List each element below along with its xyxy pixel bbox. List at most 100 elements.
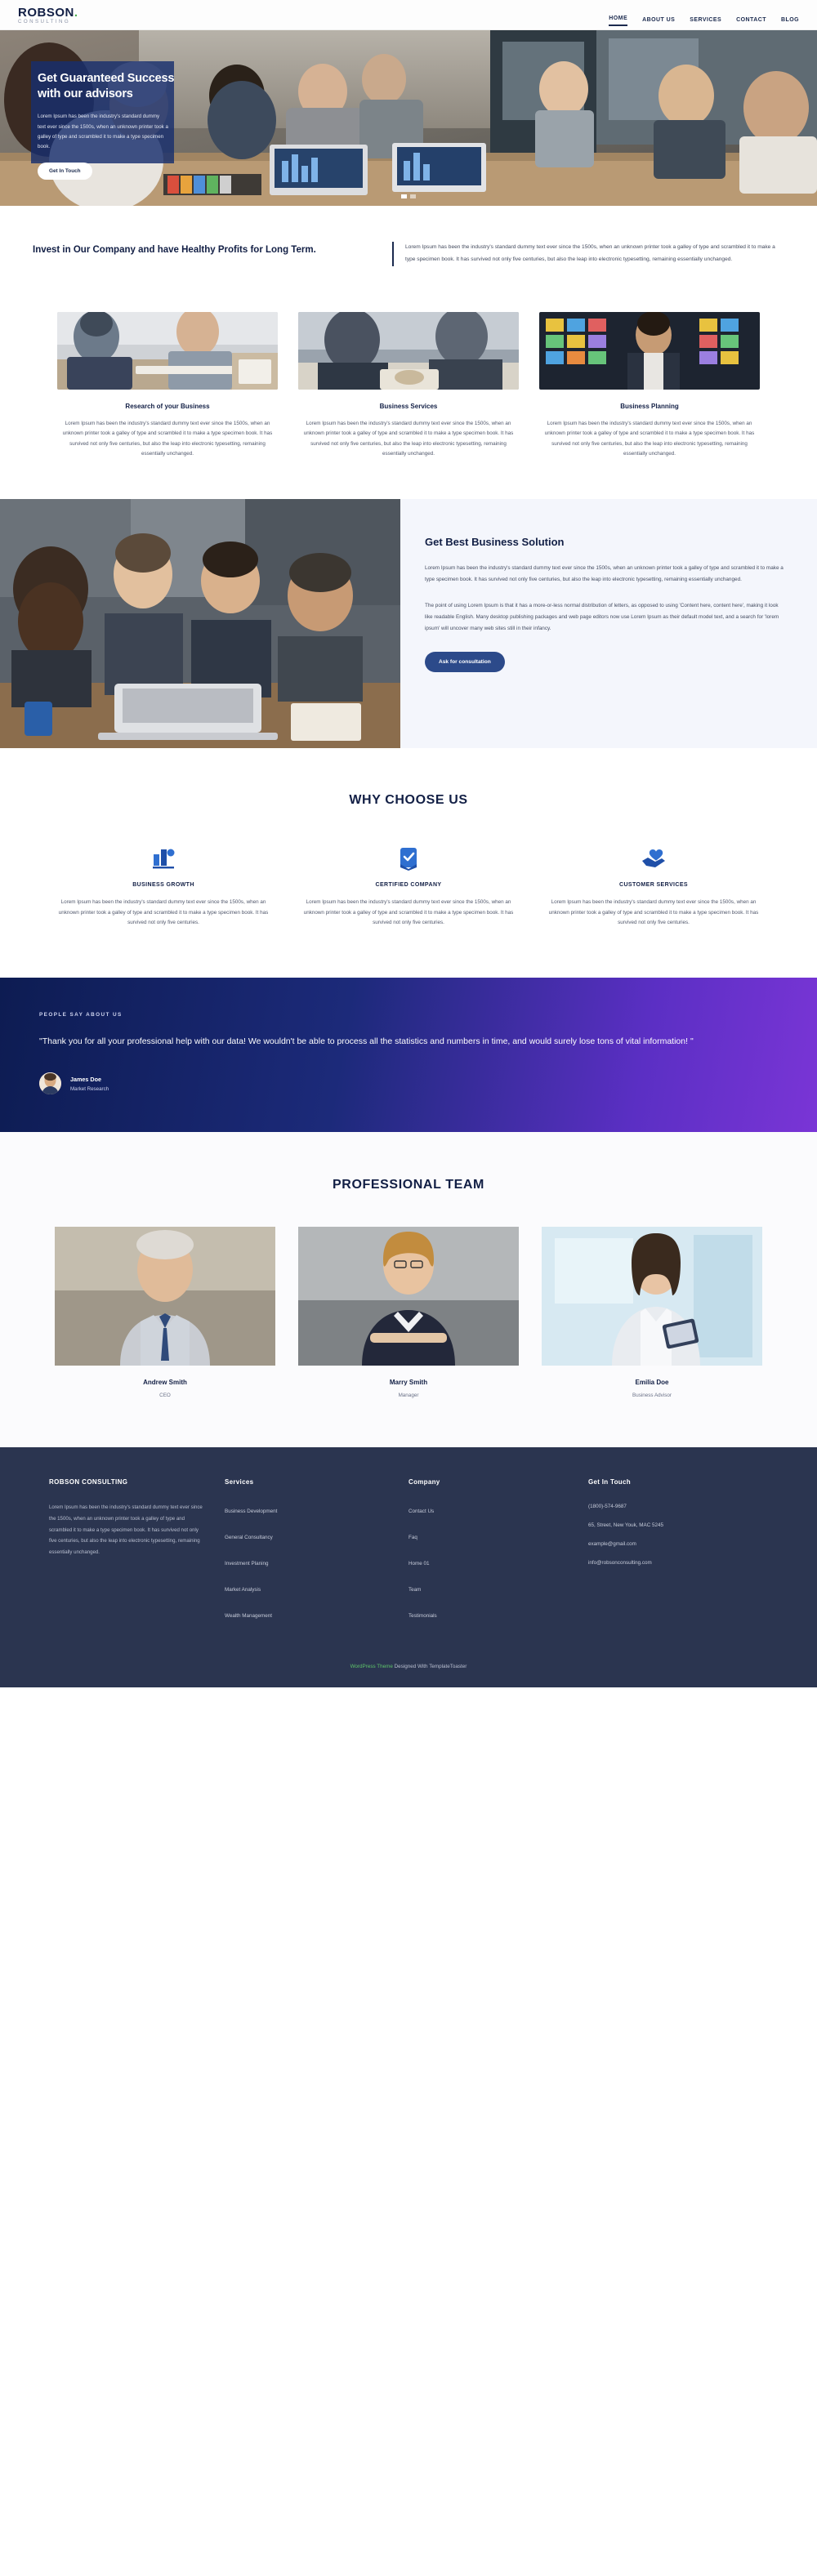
team-member-name: Marry Smith bbox=[389, 1379, 428, 1387]
footer-company-list: Contact Us Faq Home 01 Team Testimonials bbox=[408, 1502, 588, 1621]
footer-brand: ROBSON CONSULTING bbox=[49, 1478, 128, 1486]
list-item: Faq bbox=[408, 1528, 588, 1543]
footer-link-testimonials[interactable]: Testimonials bbox=[408, 1613, 437, 1619]
hero-description: Lorem Ipsum has been the industry's stan… bbox=[38, 114, 168, 150]
team-member[interactable]: Emilia Doe Business Advisor bbox=[542, 1227, 762, 1398]
bar-chart-icon bbox=[53, 845, 274, 872]
why-item: BUSINESS GROWTH Lorem Ipsum has been the… bbox=[53, 845, 274, 929]
service-card[interactable]: Research of your Business Lorem Ipsum ha… bbox=[57, 311, 278, 460]
logo[interactable]: ROBSON. CONSULTING bbox=[18, 5, 78, 25]
team-member-role: Manager bbox=[398, 1393, 419, 1399]
footer-link-business-development[interactable]: Business Development bbox=[225, 1509, 277, 1514]
team-member-role: CEO bbox=[159, 1393, 171, 1399]
footer-columns: ROBSON CONSULTING Lorem Ipsum has been t… bbox=[49, 1478, 768, 1633]
list-item: Testimonials bbox=[408, 1607, 588, 1621]
list-item: Wealth Management bbox=[225, 1607, 408, 1621]
footer-address: 65, Street, New Youk, MAC 5245 bbox=[588, 1522, 664, 1529]
slider-dot-1[interactable] bbox=[401, 194, 407, 198]
testimonial-quote: "Thank you for all your professional hel… bbox=[39, 1036, 694, 1046]
footer-services-list: Business Development General Consultancy… bbox=[225, 1502, 408, 1621]
footer-about-column: ROBSON CONSULTING Lorem Ipsum has been t… bbox=[49, 1478, 225, 1633]
why-choose-us-items: BUSINESS GROWTH Lorem Ipsum has been the… bbox=[33, 845, 784, 929]
team-section: PROFESSIONAL TEAM Andrew Smith CEO Marry… bbox=[0, 1132, 817, 1448]
service-card-title: Business Services bbox=[379, 402, 438, 410]
main-nav: HOME ABOUT US SERVICES CONTACT BLOG bbox=[609, 0, 799, 29]
why-item: CERTIFIED COMPANY Lorem Ipsum has been t… bbox=[298, 845, 519, 929]
service-card-image bbox=[298, 311, 519, 390]
service-card[interactable]: Business Planning Lorem Ipsum has been t… bbox=[539, 311, 760, 460]
intro-heading: Invest in Our Company and have Healthy P… bbox=[33, 245, 316, 255]
nav-item-blog[interactable]: BLOG bbox=[781, 17, 799, 26]
why-choose-us-section: WHY CHOOSE US BUSINESS GROWTH Lorem Ipsu… bbox=[0, 748, 817, 978]
team-member-photo bbox=[55, 1227, 275, 1366]
slider-dot-2[interactable] bbox=[410, 194, 416, 198]
hero-title: Get Guaranteed Success with our advisors bbox=[38, 71, 186, 102]
footer-credit-link[interactable]: WordPress Theme bbox=[350, 1664, 393, 1669]
footer-about-text: Lorem Ipsum has been the industry's stan… bbox=[49, 1504, 203, 1556]
service-card-title: Research of your Business bbox=[125, 402, 210, 410]
why-item-text: Lorem Ipsum has been the industry's stan… bbox=[303, 899, 514, 926]
footer-contact-heading: Get In Touch bbox=[588, 1478, 631, 1486]
service-card-text: Lorem Ipsum has been the industry's stan… bbox=[62, 420, 273, 457]
solution-image bbox=[0, 499, 400, 749]
list-item: Contact Us bbox=[408, 1502, 588, 1517]
nav-item-services[interactable]: SERVICES bbox=[690, 17, 721, 26]
why-item-name: CERTIFIED COMPANY bbox=[375, 882, 442, 889]
team-members: Andrew Smith CEO Marry Smith Manager Emi… bbox=[33, 1227, 784, 1398]
footer-link-wealth-management[interactable]: Wealth Management bbox=[225, 1613, 272, 1619]
nav-item-home[interactable]: HOME bbox=[609, 16, 628, 26]
footer-link-contact-us[interactable]: Contact Us bbox=[408, 1509, 434, 1514]
footer-email-secondary[interactable]: info@robsonconsulting.com bbox=[588, 1560, 768, 1566]
site-header: ROBSON. CONSULTING HOME ABOUT US SERVICE… bbox=[0, 0, 817, 30]
footer-contact-column: Get In Touch (1800)-574-9687 65, Street,… bbox=[588, 1478, 768, 1633]
footer-link-faq[interactable]: Faq bbox=[408, 1535, 417, 1540]
footer-services-heading: Services bbox=[225, 1478, 254, 1486]
solution-content: Get Best Business Solution Lorem Ipsum h… bbox=[400, 499, 817, 748]
why-item-name: CUSTOMER SERVICES bbox=[619, 882, 688, 889]
team-member[interactable]: Andrew Smith CEO bbox=[55, 1227, 275, 1398]
nav-item-about-us[interactable]: ABOUT US bbox=[642, 17, 675, 26]
why-item-text: Lorem Ipsum has been the industry's stan… bbox=[58, 899, 269, 926]
list-item: Investment Planing bbox=[225, 1554, 408, 1569]
service-card[interactable]: Business Services Lorem Ipsum has been t… bbox=[298, 311, 519, 460]
logo-main-text: ROBSON. bbox=[18, 7, 78, 19]
ask-for-consultation-button[interactable]: Ask for consultation bbox=[425, 651, 505, 672]
footer-phone[interactable]: (1800)-574-9687 bbox=[588, 1504, 768, 1509]
why-item: CUSTOMER SERVICES Lorem Ipsum has been t… bbox=[543, 845, 764, 929]
hero-slider: Get Guaranteed Success with our advisors… bbox=[0, 30, 817, 206]
certificate-check-icon bbox=[298, 845, 519, 872]
hero-content: Get Guaranteed Success with our advisors… bbox=[38, 71, 186, 180]
solution-paragraph-1: Lorem Ipsum has been the industry's stan… bbox=[425, 565, 784, 583]
team-member[interactable]: Marry Smith Manager bbox=[298, 1227, 519, 1398]
get-in-touch-button[interactable]: Get In Touch bbox=[38, 162, 92, 180]
service-card-title: Business Planning bbox=[620, 402, 679, 410]
footer-email-primary[interactable]: example@gmail.com bbox=[588, 1541, 768, 1547]
footer-link-general-consultancy[interactable]: General Consultancy bbox=[225, 1535, 273, 1540]
footer-link-market-analysis[interactable]: Market Analysis bbox=[225, 1587, 261, 1593]
testimonial-author: James Doe Market Research bbox=[39, 1072, 778, 1095]
footer-link-home-01[interactable]: Home 01 bbox=[408, 1561, 430, 1567]
footer-services-column: Services Business Development General Co… bbox=[225, 1478, 408, 1633]
site-footer: ROBSON CONSULTING Lorem Ipsum has been t… bbox=[0, 1447, 817, 1688]
nav-item-contact[interactable]: CONTACT bbox=[736, 17, 766, 26]
testimonial-label: PEOPLE SAY ABOUT US bbox=[39, 1011, 123, 1018]
team-member-role: Business Advisor bbox=[632, 1393, 672, 1399]
team-member-photo bbox=[298, 1227, 519, 1366]
logo-dot: . bbox=[74, 5, 78, 20]
testimonial-name: James Doe bbox=[70, 1075, 101, 1083]
testimonial-role: Market Research bbox=[70, 1085, 109, 1092]
hero-title-line1: Get Guaranteed Success bbox=[38, 72, 175, 85]
service-card-image bbox=[539, 311, 760, 390]
footer-link-investment-planing[interactable]: Investment Planing bbox=[225, 1561, 269, 1567]
service-card-text: Lorem Ipsum has been the industry's stan… bbox=[544, 420, 755, 457]
footer-link-team[interactable]: Team bbox=[408, 1587, 421, 1593]
footer-credit-text: Designed With TemplateToaster bbox=[392, 1664, 467, 1670]
footer-company-heading: Company bbox=[408, 1478, 440, 1486]
hero-slider-dots bbox=[0, 194, 817, 198]
why-item-text: Lorem Ipsum has been the industry's stan… bbox=[548, 899, 759, 926]
footer-contact-details: (1800)-574-9687 65, Street, New Youk, MA… bbox=[588, 1504, 768, 1566]
list-item: Team bbox=[408, 1580, 588, 1595]
list-item: Market Analysis bbox=[225, 1580, 408, 1595]
list-item: Home 01 bbox=[408, 1554, 588, 1569]
team-title: PROFESSIONAL TEAM bbox=[333, 1178, 484, 1192]
